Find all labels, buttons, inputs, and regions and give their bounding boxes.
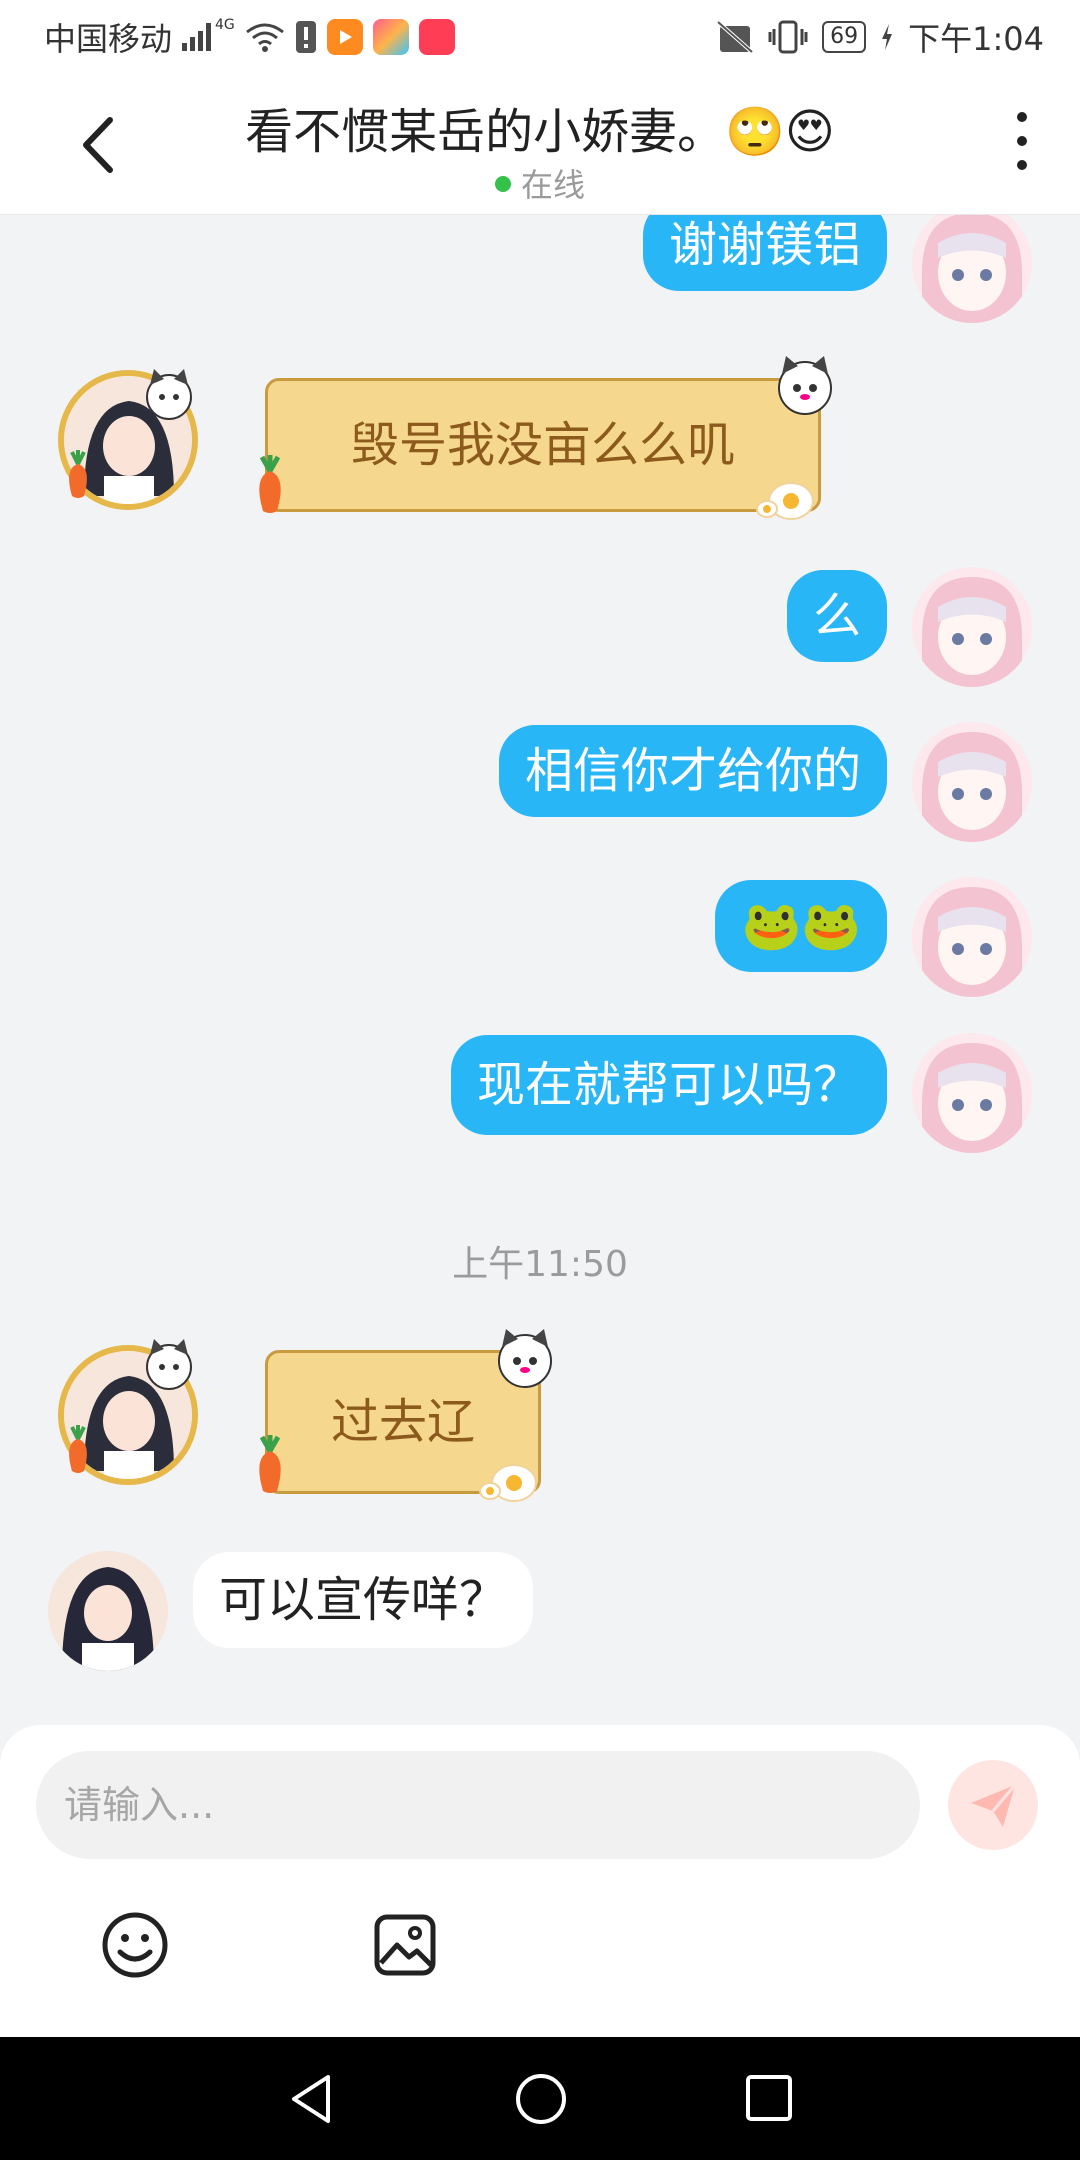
message-bubble-sent[interactable]: 🐸🐸	[715, 880, 887, 972]
composer	[0, 1725, 1080, 2037]
carrot-icon	[259, 455, 281, 513]
status-bar: 中国移动 4G 69 下午1:04	[0, 0, 1080, 74]
egg-icon	[756, 482, 814, 520]
online-status: 在线	[0, 160, 1080, 206]
cat-sticker-icon	[146, 1339, 192, 1390]
camera-app-icon	[418, 19, 455, 55]
network-type: 4G	[215, 17, 235, 33]
image-icon[interactable]	[373, 1913, 437, 1977]
message-input-container[interactable]	[36, 1751, 920, 1859]
nav-recents-icon[interactable]	[744, 2073, 794, 2123]
wifi-icon	[245, 23, 284, 52]
colorful-app-icon	[372, 19, 409, 55]
carrot-icon	[69, 1425, 87, 1473]
egg-icon	[479, 1464, 537, 1502]
other-avatar[interactable]	[48, 1551, 168, 1671]
my-avatar[interactable]	[912, 877, 1032, 997]
battery-level: 69	[822, 21, 867, 53]
video-app-icon	[326, 19, 363, 55]
message-text: 过去辽	[330, 1394, 475, 1450]
cat-sticker-icon	[778, 356, 832, 415]
cat-sticker-icon	[146, 369, 192, 420]
carrier-name: 中国移动	[44, 20, 173, 58]
message-bubble-sent[interactable]: 么	[786, 570, 887, 662]
cat-sticker-icon	[498, 1329, 552, 1388]
my-avatar[interactable]	[912, 722, 1032, 842]
chat-header: 看不惯某岳的小娇妻。🙄😍 在线	[0, 74, 1080, 215]
message-list[interactable]: 谢谢镁铝 毁号我没亩么么叽 么 相信你才给你的 🐸🐸 现在就帮可以吗？ 上午11…	[0, 215, 1080, 1725]
emoji-icon[interactable]	[100, 1910, 170, 1980]
chat-title: 看不惯某岳的小娇妻。🙄😍	[245, 104, 835, 160]
message-bubble-sent[interactable]: 现在就帮可以吗？	[450, 1035, 887, 1135]
online-dot-icon	[494, 176, 511, 192]
send-button[interactable]	[948, 1760, 1038, 1850]
message-text: 毁号我没亩么么叽	[350, 417, 735, 473]
message-input[interactable]	[36, 1751, 912, 1859]
online-label: 在线	[520, 166, 585, 204]
my-avatar[interactable]	[912, 567, 1032, 687]
clock: 下午1:04	[908, 20, 1044, 58]
vibrate-icon	[768, 20, 808, 54]
no-sim-icon	[716, 20, 754, 54]
my-avatar[interactable]	[912, 1033, 1032, 1153]
send-icon	[971, 1784, 1017, 1827]
carrot-icon	[259, 1435, 281, 1493]
nav-back-icon[interactable]	[284, 2071, 340, 2127]
status-bar-left: 中国移动 4G	[44, 14, 455, 60]
alert-icon	[295, 21, 316, 53]
signal-icon	[182, 23, 212, 51]
message-bubble-received[interactable]: 可以宣传咩？	[193, 1552, 534, 1648]
system-navigation-bar	[0, 2037, 1080, 2160]
status-bar-right: 69 下午1:04	[716, 14, 1044, 60]
charging-icon	[882, 24, 893, 50]
nav-home-icon[interactable]	[513, 2071, 569, 2127]
message-bubble-sent[interactable]: 谢谢镁铝	[642, 215, 887, 291]
my-avatar[interactable]	[912, 215, 1032, 323]
message-timestamp: 上午11:50	[452, 1244, 628, 1285]
message-bubble-sent[interactable]: 相信你才给你的	[498, 725, 887, 817]
message-bubble-received-note[interactable]: 毁号我没亩么么叽	[265, 378, 821, 512]
more-options-icon[interactable]	[1012, 112, 1032, 172]
carrot-icon	[69, 450, 87, 498]
